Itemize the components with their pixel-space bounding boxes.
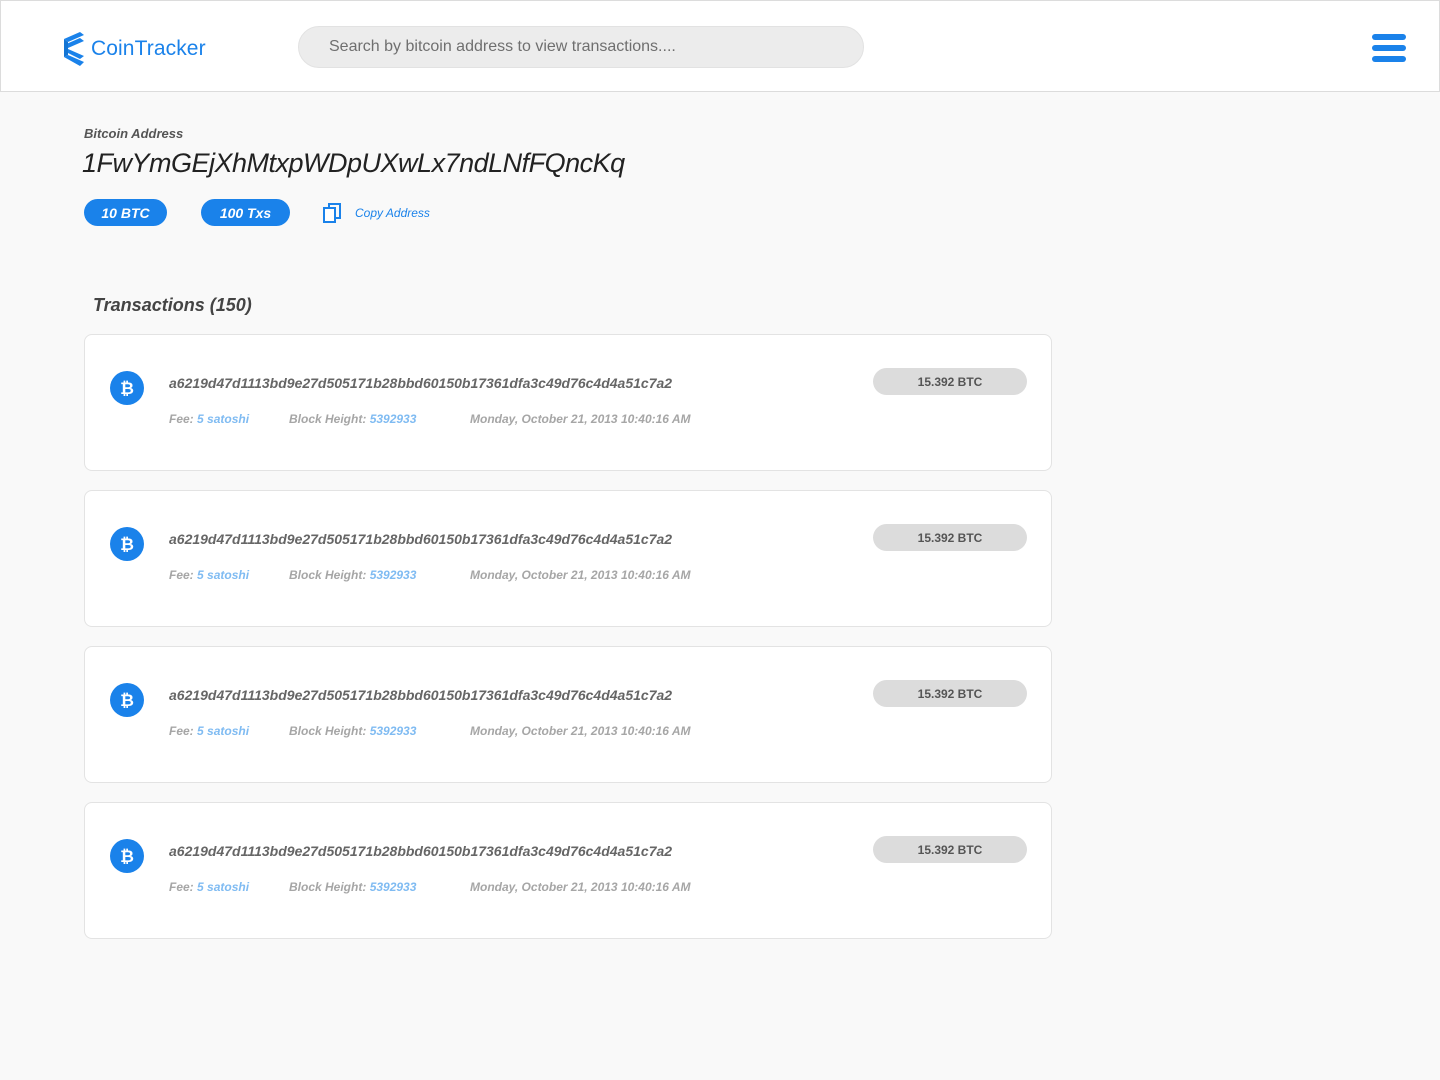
transaction-list: ₿ a6219d47d1113bd9e27d505171b28bbd60150b… [84, 334, 1052, 958]
fee-label: Fee: [169, 568, 194, 582]
svg-text:₿: ₿ [120, 379, 134, 397]
transaction-hash[interactable]: a6219d47d1113bd9e27d505171b28bbd60150b17… [169, 531, 672, 547]
transaction-fee: Fee: 5 satoshi [169, 724, 249, 738]
svg-text:₿: ₿ [120, 691, 134, 709]
fee-value: 5 satoshi [197, 412, 250, 426]
transaction-amount-badge: 15.392 BTC [873, 368, 1027, 395]
address-label: Bitcoin Address [84, 126, 184, 141]
block-height-link[interactable]: 5392933 [370, 880, 417, 894]
transaction-block-height: Block Height: 5392933 [289, 568, 416, 582]
transaction-hash[interactable]: a6219d47d1113bd9e27d505171b28bbd60150b17… [169, 687, 672, 703]
transaction-amount-badge: 15.392 BTC [873, 680, 1027, 707]
logo-text: CoinTracker [91, 37, 206, 60]
address-value: 1FwYmGEjXhMtxpWDpUXwLx7ndLNfFQncKq [82, 148, 625, 178]
transaction-fee: Fee: 5 satoshi [169, 568, 249, 582]
top-navbar: CoinTracker [0, 0, 1440, 92]
transaction-block-height: Block Height: 5392933 [289, 412, 416, 426]
bitcoin-icon: ₿ [110, 839, 144, 873]
transaction-amount-badge: 15.392 BTC [873, 836, 1027, 863]
transaction-block-height: Block Height: 5392933 [289, 724, 416, 738]
block-height-label: Block Height: [289, 412, 367, 426]
block-height-link[interactable]: 5392933 [370, 568, 417, 582]
svg-text:₿: ₿ [120, 847, 134, 865]
transaction-date: Monday, October 21, 2013 10:40:16 AM [470, 880, 691, 894]
transaction-card[interactable]: ₿ a6219d47d1113bd9e27d505171b28bbd60150b… [84, 802, 1052, 939]
fee-label: Fee: [169, 880, 194, 894]
copy-address-button[interactable]: Copy Address [323, 203, 430, 223]
transaction-card[interactable]: ₿ a6219d47d1113bd9e27d505171b28bbd60150b… [84, 646, 1052, 783]
svg-text:₿: ₿ [120, 535, 134, 553]
transaction-hash[interactable]: a6219d47d1113bd9e27d505171b28bbd60150b17… [169, 375, 672, 391]
block-height-label: Block Height: [289, 880, 367, 894]
transaction-date: Monday, October 21, 2013 10:40:16 AM [470, 724, 691, 738]
bitcoin-icon: ₿ [110, 371, 144, 405]
transaction-card[interactable]: ₿ a6219d47d1113bd9e27d505171b28bbd60150b… [84, 490, 1052, 627]
menu-icon-bar [1372, 34, 1406, 40]
hamburger-menu-button[interactable] [1372, 34, 1406, 62]
tx-count-badge: 100 Txs [201, 199, 290, 226]
block-height-link[interactable]: 5392933 [370, 724, 417, 738]
cointracker-logo-icon [64, 32, 84, 66]
transaction-card[interactable]: ₿ a6219d47d1113bd9e27d505171b28bbd60150b… [84, 334, 1052, 471]
search-input[interactable] [298, 26, 864, 68]
fee-value: 5 satoshi [197, 568, 250, 582]
balance-badge: 10 BTC [84, 199, 167, 226]
fee-label: Fee: [169, 724, 194, 738]
transaction-amount-badge: 15.392 BTC [873, 524, 1027, 551]
block-height-link[interactable]: 5392933 [370, 412, 417, 426]
transaction-date: Monday, October 21, 2013 10:40:16 AM [470, 568, 691, 582]
transaction-date: Monday, October 21, 2013 10:40:16 AM [470, 412, 691, 426]
block-height-label: Block Height: [289, 568, 367, 582]
fee-value: 5 satoshi [197, 880, 250, 894]
menu-icon-bar [1372, 45, 1406, 51]
copy-icon [323, 203, 341, 223]
fee-value: 5 satoshi [197, 724, 250, 738]
copy-address-label: Copy Address [355, 206, 430, 220]
bitcoin-icon: ₿ [110, 527, 144, 561]
transaction-fee: Fee: 5 satoshi [169, 412, 249, 426]
transaction-hash[interactable]: a6219d47d1113bd9e27d505171b28bbd60150b17… [169, 843, 672, 859]
transaction-fee: Fee: 5 satoshi [169, 880, 249, 894]
bitcoin-icon: ₿ [110, 683, 144, 717]
transactions-heading: Transactions (150) [93, 295, 252, 315]
menu-icon-bar [1372, 56, 1406, 62]
block-height-label: Block Height: [289, 724, 367, 738]
transaction-block-height: Block Height: 5392933 [289, 880, 416, 894]
fee-label: Fee: [169, 412, 194, 426]
logo[interactable]: CoinTracker [64, 32, 206, 66]
